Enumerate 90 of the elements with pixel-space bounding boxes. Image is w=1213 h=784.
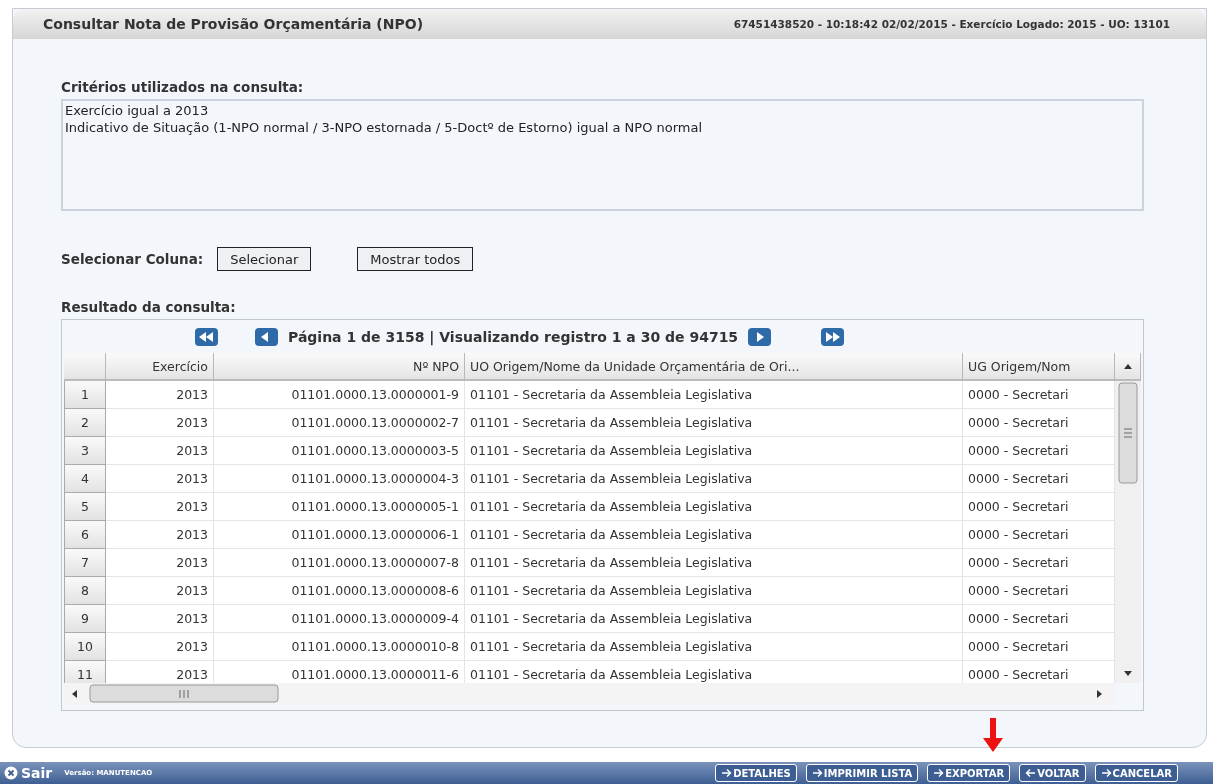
table-cell: 0000 - Secretari xyxy=(963,605,1115,633)
close-icon xyxy=(4,766,18,780)
table-cell: 01101.0000.13.0000006-1 xyxy=(214,521,465,549)
table-cell: 2013 xyxy=(106,661,214,683)
arrow-right-icon xyxy=(1100,768,1112,778)
criteria-line: Exercício igual a 2013 xyxy=(65,102,210,119)
result-label: Resultado da consulta: xyxy=(61,299,237,315)
table-cell: 2013 xyxy=(106,437,214,465)
table-cell: 2013 xyxy=(106,605,214,633)
table-cell: 01101.0000.13.0000005-1 xyxy=(214,493,465,521)
column-header[interactable]: UG Origem/Nom xyxy=(963,353,1115,381)
column-header[interactable]: Exercício xyxy=(106,353,214,381)
table-cell: 0000 - Secretari xyxy=(963,437,1115,465)
down-arrow-annotation xyxy=(983,718,1004,752)
arrow-right-icon xyxy=(811,768,823,778)
pagination-text: Página 1 de 3158 | Visualizando registro 1 a 30 de 94715 xyxy=(288,328,739,345)
table-cell: 2013 xyxy=(106,577,214,605)
page-title: Consultar Nota de Provisão Orçamentária (NPO) xyxy=(43,16,424,32)
table-cell: 0000 - Secretari xyxy=(963,549,1115,577)
table-cell: 01101 - Secretaria da Assembleia Legislativa xyxy=(465,605,963,633)
row-number: 3 xyxy=(64,437,106,465)
row-number: 1 xyxy=(64,381,106,409)
row-number: 7 xyxy=(64,549,106,577)
table-cell: 01101 - Secretaria da Assembleia Legislativa xyxy=(465,633,963,661)
table-cell: 2013 xyxy=(106,633,214,661)
exit-button[interactable]: Sair xyxy=(4,765,53,781)
previous-page-icon[interactable] xyxy=(255,327,278,346)
column-select-label: Selecionar Coluna: xyxy=(61,251,204,267)
table-cell: 0000 - Secretari xyxy=(963,521,1115,549)
table-cell: 0000 - Secretari xyxy=(963,465,1115,493)
table-cell: 01101 - Secretaria da Assembleia Legislativa xyxy=(465,381,963,409)
row-number: 5 xyxy=(64,493,106,521)
table-cell: 2013 xyxy=(106,521,214,549)
row-number: 11 xyxy=(64,661,106,683)
arrow-right-icon xyxy=(933,768,945,778)
table-cell: 01101.0000.13.0000002-7 xyxy=(214,409,465,437)
table-cell: 2013 xyxy=(106,493,214,521)
criteria-label: Critérios utilizados na consulta: xyxy=(61,79,305,95)
table-cell: 0000 - Secretari xyxy=(963,577,1115,605)
criteria-line: Indicativo de Situação (1-NPO normal / 3-NPO estornada / 5-Doctº de Estorno) igual a NPO normal xyxy=(65,119,704,136)
column-header[interactable]: Nº NPO xyxy=(214,353,465,381)
row-number: 2 xyxy=(64,409,106,437)
table-cell: 0000 - Secretari xyxy=(963,633,1115,661)
table-cell: 01101 - Secretaria da Assembleia Legislativa xyxy=(465,465,963,493)
next-page-icon[interactable] xyxy=(748,327,772,346)
table-cell: 01101.0000.13.0000003-5 xyxy=(214,437,465,465)
table-cell: 01101.0000.13.0000001-9 xyxy=(214,381,465,409)
table-cell: 01101.0000.13.0000008-6 xyxy=(214,577,465,605)
footer-button[interactable]: VOLTAR xyxy=(1019,764,1086,782)
table-cell: 01101.0000.13.0000011-6 xyxy=(214,661,465,683)
table-cell: 2013 xyxy=(106,381,214,409)
row-number: 10 xyxy=(64,633,106,661)
table-cell: 01101 - Secretaria da Assembleia Legislativa xyxy=(465,437,963,465)
footer-button[interactable]: IMPRIMIR LISTA xyxy=(805,764,919,782)
row-number: 9 xyxy=(64,605,106,633)
table-cell: 01101.0000.13.0000010-8 xyxy=(214,633,465,661)
select-button[interactable]: Selecionar xyxy=(217,247,312,271)
session-info: 67451438520 - 10:18:42 02/02/2015 - Exercício Logado: 2015 - UO: 13101 xyxy=(733,18,1170,30)
table-cell: 0000 - Secretari xyxy=(963,409,1115,437)
scroll-up-icon[interactable] xyxy=(1115,353,1141,381)
horizontal-scrollbar[interactable] xyxy=(64,683,1115,705)
last-page-icon[interactable] xyxy=(821,327,845,346)
table-cell: 01101.0000.13.0000004-3 xyxy=(214,465,465,493)
column-header[interactable]: UO Origem/Nome da Unidade Orçamentária de Ori... xyxy=(465,353,963,381)
table-cell: 2013 xyxy=(106,465,214,493)
table-cell: 01101 - Secretaria da Assembleia Legislativa xyxy=(465,549,963,577)
first-page-icon[interactable] xyxy=(195,327,218,346)
table-cell: 01101 - Secretaria da Assembleia Legislativa xyxy=(465,409,963,437)
show-all-button[interactable]: Mostrar todos xyxy=(357,247,474,271)
table-cell: 01101 - Secretaria da Assembleia Legislativa xyxy=(465,577,963,605)
vertical-scrollbar[interactable] xyxy=(1115,381,1141,683)
table-cell: 01101 - Secretaria da Assembleia Legislativa xyxy=(465,521,963,549)
arrow-left-icon xyxy=(1025,768,1037,778)
footer-button[interactable]: EXPORTAR xyxy=(927,764,1011,782)
table-cell: 2013 xyxy=(106,549,214,577)
table-cell: 0000 - Secretari xyxy=(963,381,1115,409)
row-number: 8 xyxy=(64,577,106,605)
corner-header xyxy=(64,353,106,381)
table-cell: 0000 - Secretari xyxy=(963,493,1115,521)
table-cell: 01101 - Secretaria da Assembleia Legislativa xyxy=(465,493,963,521)
footer-button[interactable]: CANCELAR xyxy=(1094,764,1178,782)
table-cell: 01101 - Secretaria da Assembleia Legislativa xyxy=(465,661,963,683)
table-cell: 01101.0000.13.0000007-8 xyxy=(214,549,465,577)
row-number: 6 xyxy=(64,521,106,549)
table-cell: 2013 xyxy=(106,409,214,437)
table-cell: 01101.0000.13.0000009-4 xyxy=(214,605,465,633)
footer-button[interactable]: DETALHES xyxy=(715,764,797,782)
row-number: 4 xyxy=(64,465,106,493)
arrow-right-icon xyxy=(721,768,733,778)
table-cell: 0000 - Secretari xyxy=(963,661,1115,683)
